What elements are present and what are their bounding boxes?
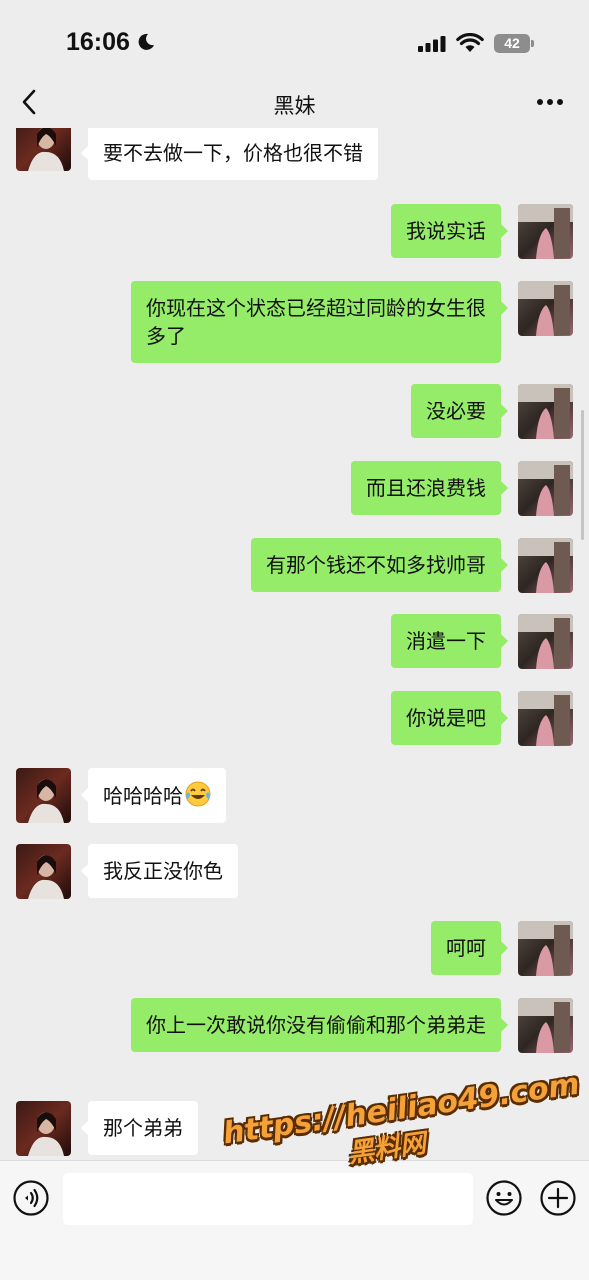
outgoing-message-bubble[interactable]: 呵呵 xyxy=(431,921,508,975)
incoming-message-bubble[interactable]: 那个弟弟 xyxy=(81,1101,198,1155)
outgoing-message-bubble[interactable]: 有那个钱还不如多找帅哥 xyxy=(251,538,508,592)
outgoing-message-bubble[interactable]: 我说实话 xyxy=(391,204,508,258)
battery-indicator: 42 xyxy=(494,34,530,53)
outgoing-message-bubble[interactable]: 没必要 xyxy=(411,384,508,438)
wifi-icon xyxy=(456,33,484,52)
contact-avatar[interactable] xyxy=(16,128,71,171)
status-bar: 16:06 42 xyxy=(0,0,589,80)
tears-of-joy-emoji-icon xyxy=(185,781,211,807)
my-avatar[interactable] xyxy=(518,998,573,1053)
incoming-message-bubble[interactable]: 哈哈哈哈 xyxy=(81,768,226,823)
chat-title: 黑妹 xyxy=(273,94,316,118)
outgoing-message-bubble[interactable]: 你上一次敢说你没有偷偷和那个弟弟走 xyxy=(131,998,508,1052)
my-avatar[interactable] xyxy=(518,204,573,259)
outgoing-message-bubble[interactable]: 你现在这个状态已经超过同龄的女生很多了 xyxy=(131,281,508,363)
status-time: 16:06 xyxy=(66,28,130,56)
incoming-message-bubble[interactable]: 要不去做一下，价格也很不错 xyxy=(81,128,378,180)
battery-tip xyxy=(531,40,534,47)
do-not-disturb-moon-icon xyxy=(138,33,154,50)
my-avatar[interactable] xyxy=(518,538,573,593)
my-avatar[interactable] xyxy=(518,691,573,746)
contact-avatar[interactable] xyxy=(16,844,71,899)
incoming-message-bubble[interactable]: 我反正没你色 xyxy=(81,844,238,898)
contact-avatar[interactable] xyxy=(16,1101,71,1156)
my-avatar[interactable] xyxy=(518,461,573,516)
voice-icon[interactable] xyxy=(12,1179,50,1217)
chat-header: 黑妹 xyxy=(0,80,589,128)
my-avatar[interactable] xyxy=(518,614,573,669)
scrollbar[interactable] xyxy=(581,410,584,540)
my-avatar[interactable] xyxy=(518,384,573,439)
more-options-icon[interactable] xyxy=(536,98,564,106)
message-list[interactable]: 要不去做一下，价格也很不错 我说实话 你现在这个状态已经超过同龄的女生很多了 没… xyxy=(0,128,589,1160)
my-avatar[interactable] xyxy=(518,281,573,336)
outgoing-message-bubble[interactable]: 而且还浪费钱 xyxy=(351,461,508,515)
my-avatar[interactable] xyxy=(518,921,573,976)
emoji-icon[interactable] xyxy=(485,1179,523,1217)
cellular-signal-icon xyxy=(418,36,446,52)
outgoing-message-bubble[interactable]: 消遣一下 xyxy=(391,614,508,668)
plus-icon[interactable] xyxy=(539,1179,577,1217)
contact-avatar[interactable] xyxy=(16,768,71,823)
message-text: 哈哈哈哈 xyxy=(103,784,183,808)
outgoing-message-bubble[interactable]: 你说是吧 xyxy=(391,691,508,745)
